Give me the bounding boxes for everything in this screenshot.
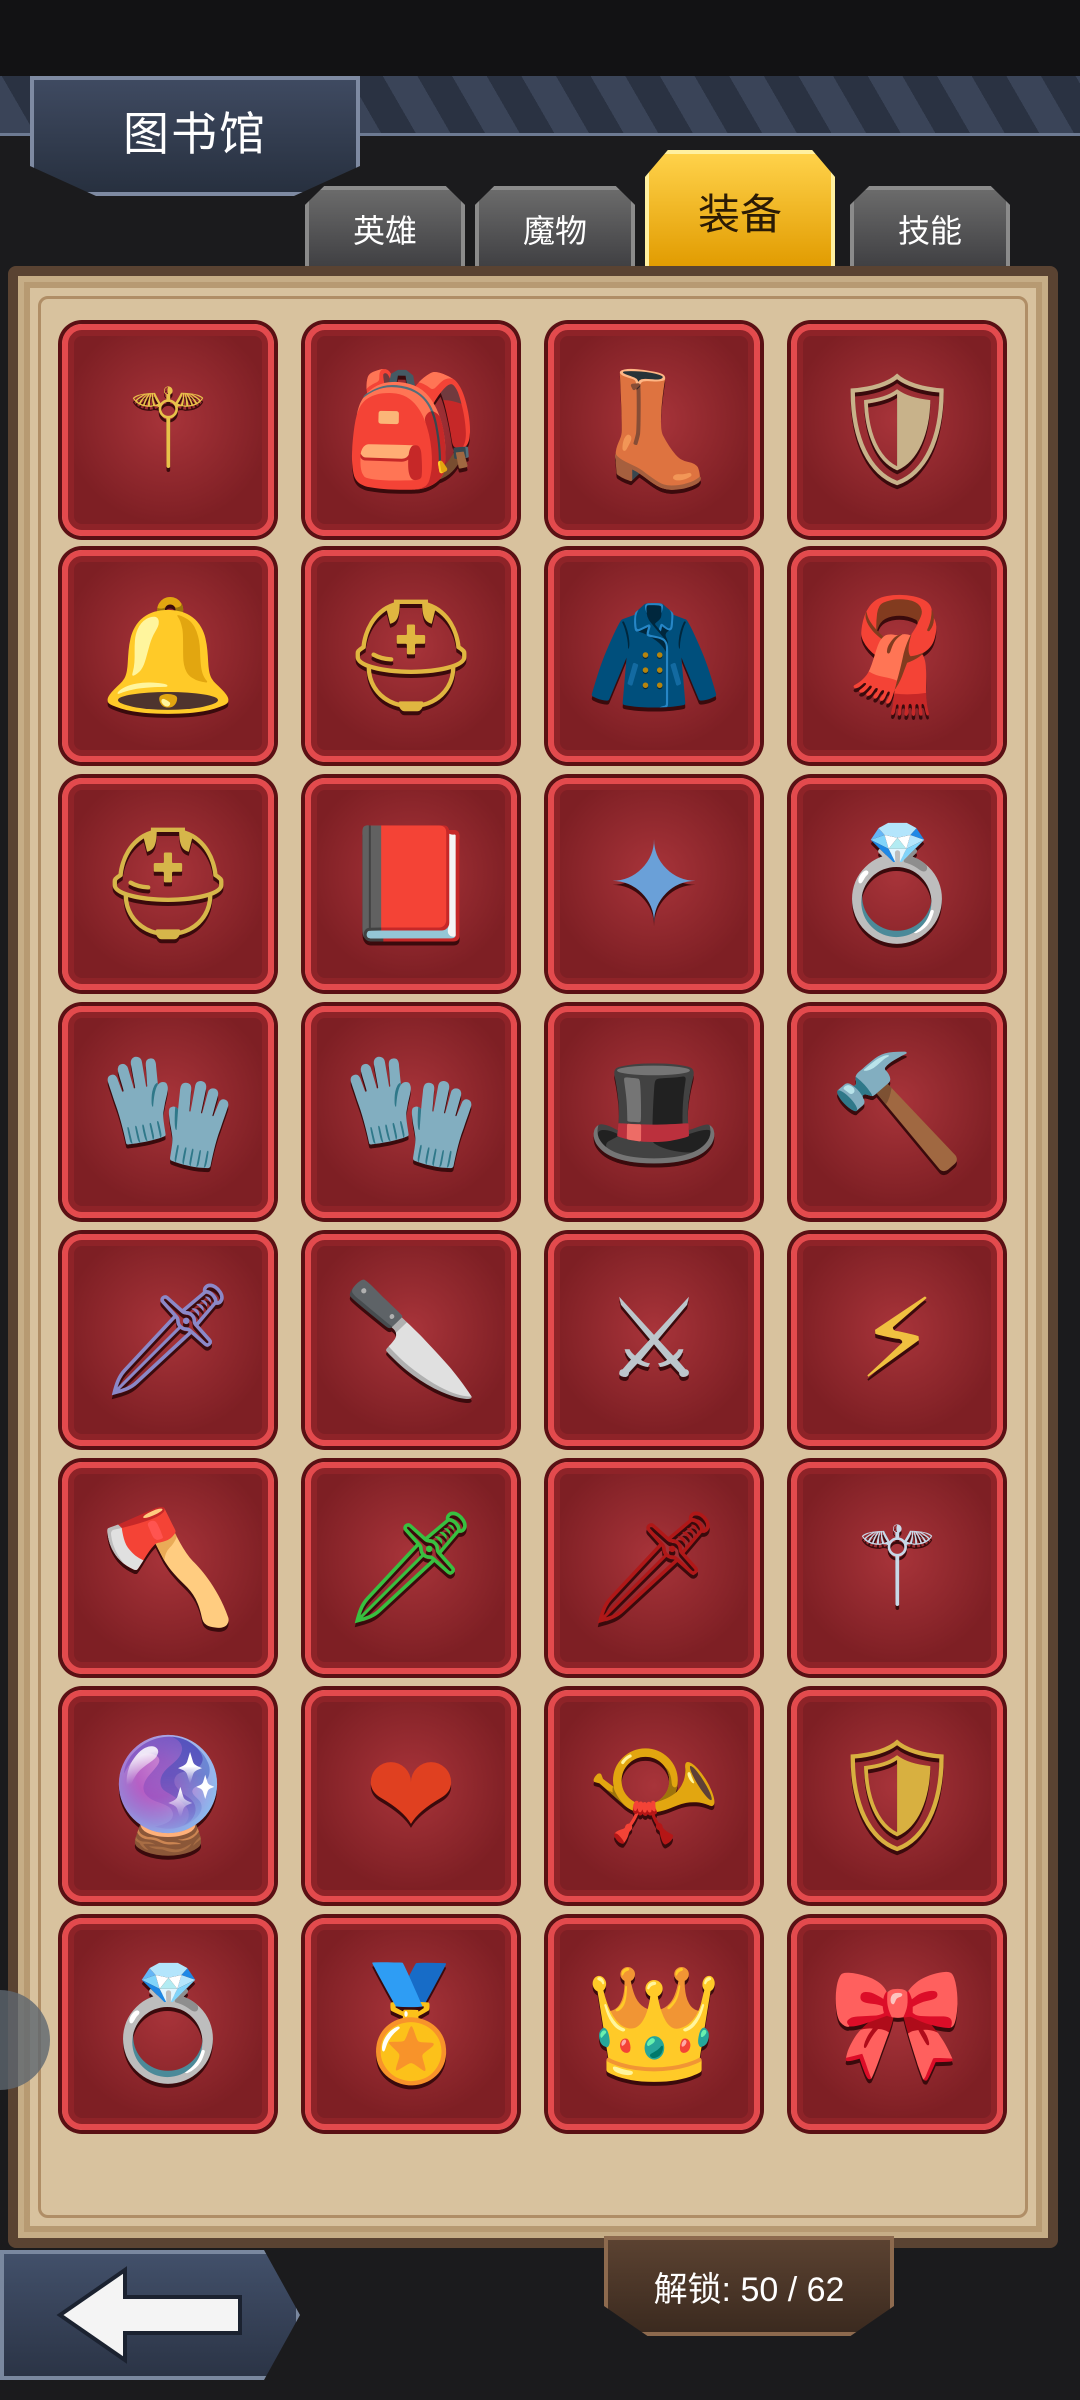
red-headband-icon: 🎀	[828, 1962, 966, 2085]
fur-cloak-icon: 🧥	[585, 594, 723, 717]
lightning-shield-icon: 🛡	[827, 368, 967, 491]
equipment-slot[interactable]: ⛑	[305, 550, 517, 762]
poison-dagger-icon: 🔪	[342, 1278, 480, 1401]
equipment-slot[interactable]: 🪓	[62, 1462, 274, 1674]
equipment-slot[interactable]: ❤	[305, 1690, 517, 1902]
jeweled-crown-icon: 👑	[585, 1962, 723, 2085]
winged-helmet-icon: ⛑	[98, 822, 238, 945]
bone-spear-icon: ⚔	[604, 1278, 704, 1401]
status-bar	[0, 0, 1080, 76]
equipment-slot[interactable]: ⚡	[791, 1234, 1003, 1446]
equipment-slot[interactable]: ⚚	[62, 324, 274, 536]
equipment-slot[interactable]: 🛡	[791, 1690, 1003, 1902]
equipment-slot[interactable]: 📯	[548, 1690, 760, 1902]
crimson-sword-icon: 🗡	[584, 1506, 724, 1629]
emerald-blade-icon: 🗡	[341, 1506, 481, 1629]
blood-axe-icon: 🪓	[99, 1506, 237, 1629]
silver-whistle-icon: 🔔	[99, 594, 237, 717]
mantle-icon: 🧣	[828, 594, 966, 717]
equipment-slot[interactable]: 🗡	[548, 1462, 760, 1674]
winged-boots-icon: 👢	[585, 368, 723, 491]
equipment-slot[interactable]: ⚔	[548, 1234, 760, 1446]
equipment-slot[interactable]: 🎒	[305, 324, 517, 536]
storm-orb-icon: 🔮	[99, 1734, 237, 1857]
equipment-slot[interactable]: 👑	[548, 1918, 760, 2130]
tab-equipment[interactable]: 装备	[645, 150, 835, 272]
tab-heroes[interactable]: 英雄	[305, 186, 465, 272]
back-button[interactable]	[0, 2250, 300, 2380]
golden-hood-icon: ⛑	[341, 594, 481, 717]
equipment-slot[interactable]: 👢	[548, 324, 760, 536]
laurel-emblem-icon: 🏅	[342, 1962, 480, 2085]
equipment-slot[interactable]: 🗡	[305, 1462, 517, 1674]
equipment-slot[interactable]: 🗡	[62, 1234, 274, 1446]
crystal-sword-icon: 🗡	[98, 1278, 238, 1401]
equipment-slot[interactable]: 🔨	[791, 1006, 1003, 1218]
fire-heart-icon: ❤	[364, 1734, 458, 1857]
tab-monsters[interactable]: 魔物	[475, 186, 635, 272]
winged-gold-staff-icon: ⚚	[118, 368, 218, 491]
pumpkin-ring-icon: 💍	[99, 1962, 237, 2085]
equipment-slot[interactable]: 🔔	[62, 550, 274, 762]
page-title: 图书馆	[123, 107, 267, 161]
equipment-slot[interactable]: 🧤	[305, 1006, 517, 1218]
war-horn-icon: 📯	[585, 1734, 723, 1857]
equipment-slot[interactable]: ✦	[548, 778, 760, 990]
gem-ring-icon: 💍	[828, 822, 966, 945]
equipment-slot[interactable]: 🏅	[305, 1918, 517, 2130]
wizard-hat-icon: 🎩	[585, 1050, 723, 1173]
golden-gauntlet-icon: 🧤	[342, 1050, 480, 1173]
thunder-dagger-icon: ⚡	[858, 1278, 936, 1401]
equipment-slot[interactable]: 💍	[791, 778, 1003, 990]
frost-gauntlet-icon: 🧤	[99, 1050, 237, 1173]
war-hammer-icon: 🔨	[828, 1050, 966, 1173]
equipment-slot[interactable]: 💍	[62, 1918, 274, 2130]
unlock-text: 解锁: 50 / 62	[653, 2270, 845, 2309]
leather-backpack-icon: 🎒	[342, 368, 480, 491]
equipment-slot[interactable]: 🧤	[62, 1006, 274, 1218]
spiked-shield-icon: 🛡	[827, 1734, 967, 1857]
equipment-slot[interactable]: 🛡	[791, 324, 1003, 536]
equipment-slot[interactable]: 🎩	[548, 1006, 760, 1218]
equipment-slot[interactable]: 🔮	[62, 1690, 274, 1902]
unlock-counter: 解锁: 50 / 62	[604, 2236, 894, 2336]
tab-skills[interactable]: 技能	[850, 186, 1010, 272]
star-wand-icon: ✦	[607, 822, 701, 945]
equipment-slot[interactable]: 📕	[305, 778, 517, 990]
flower-staff-icon: ⚚	[847, 1506, 947, 1629]
back-arrow-icon	[56, 2266, 242, 2364]
equipment-slot[interactable]: 🎀	[791, 1918, 1003, 2130]
equipment-slot[interactable]: 🧥	[548, 550, 760, 762]
equipment-slot[interactable]: 🧣	[791, 550, 1003, 762]
equipment-slot[interactable]: 🔪	[305, 1234, 517, 1446]
equipment-slot[interactable]: ⛑	[62, 778, 274, 990]
title-plate: 图书馆	[30, 76, 360, 196]
equipment-slot[interactable]: ⚚	[791, 1462, 1003, 1674]
red-tome-icon: 📕	[342, 822, 480, 945]
